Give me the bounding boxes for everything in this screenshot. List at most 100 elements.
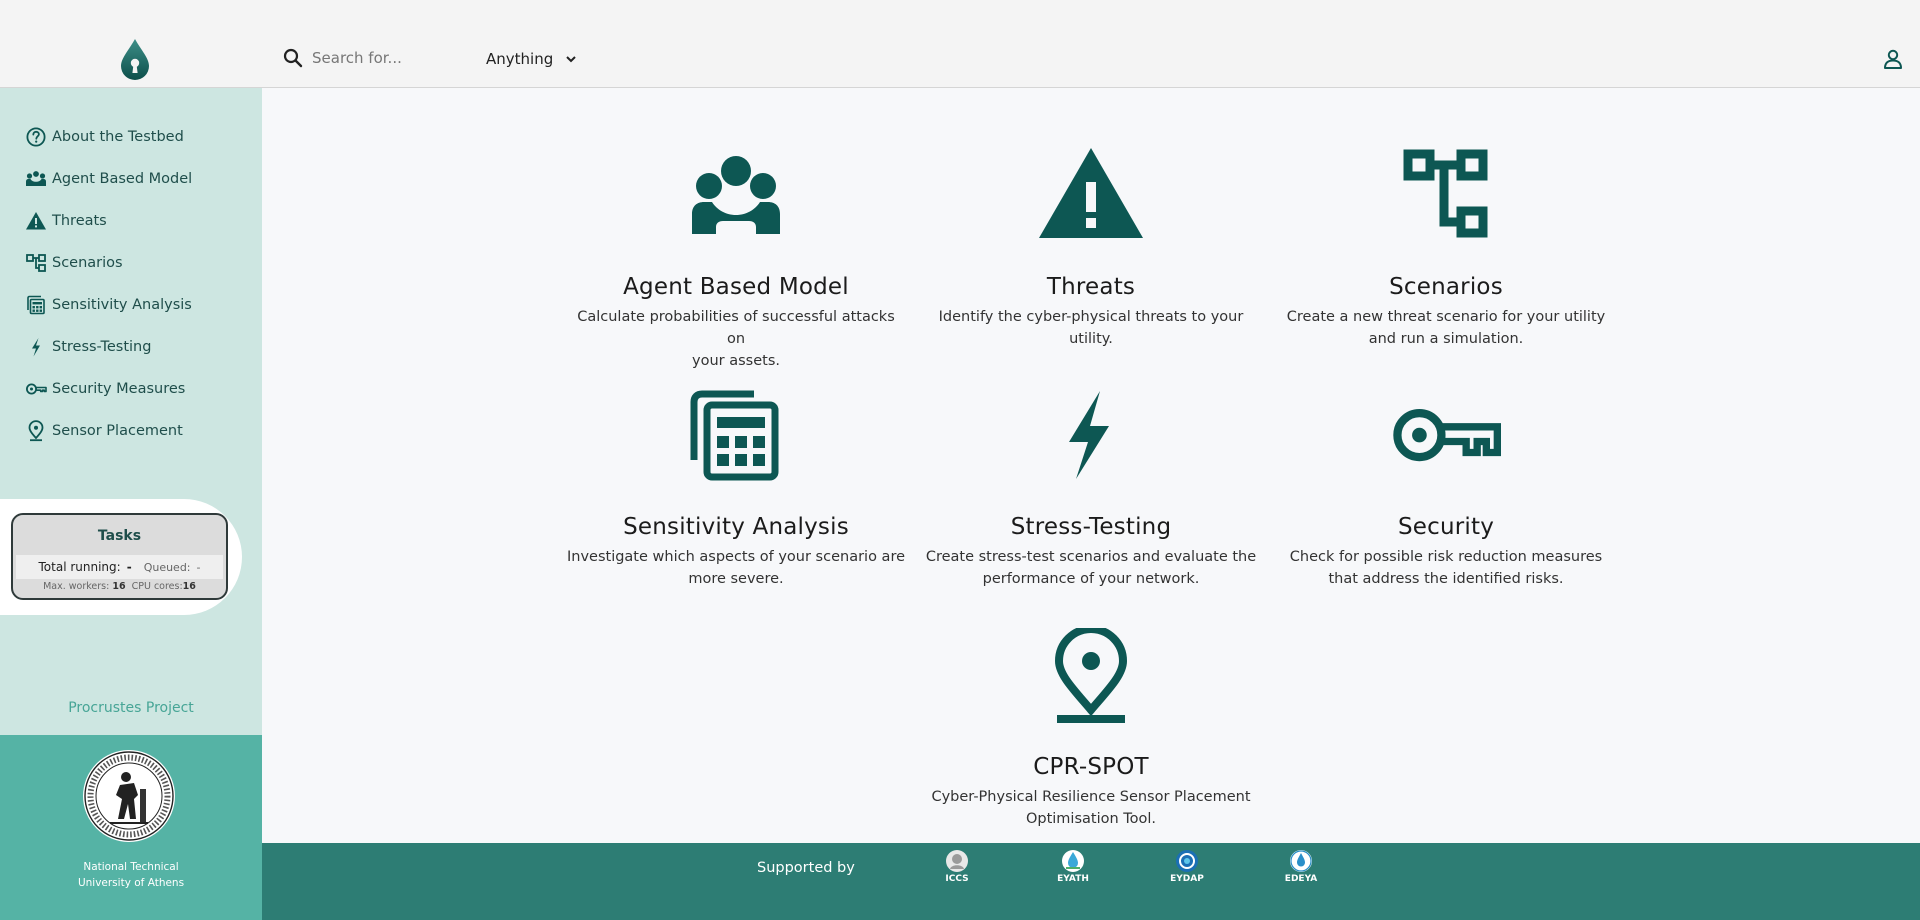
university-name-line2: University of Athens: [77, 877, 185, 889]
card-description-line2: Optimisation Tool.: [1025, 811, 1157, 827]
cpu-cores-value: 16: [182, 581, 196, 592]
sidebar-item-label: Sensitivity Analysis: [52, 297, 192, 313]
partner-name: EDEYA: [1284, 874, 1318, 884]
tasks-status-row: Total running: - Queued: -: [16, 555, 223, 579]
card-cpr-spot[interactable]: CPR-SPOT Cyber-Physical Resilience Senso…: [921, 628, 1261, 830]
partner-name: EYATH: [1057, 874, 1089, 884]
max-workers-value: 16: [112, 581, 126, 592]
app-logo-icon[interactable]: [118, 38, 152, 80]
question-circle-icon: [26, 127, 46, 147]
card-description-line1: Identify the cyber-physical threats to y…: [938, 309, 1244, 325]
sidebar-item-threats[interactable]: Threats: [25, 200, 255, 242]
card-description-line1: Check for possible risk reduction measur…: [1289, 549, 1603, 565]
partner-iccs[interactable]: ICCS: [932, 849, 982, 884]
partner-edeya[interactable]: EDEYA: [1276, 849, 1326, 884]
lightning-icon: [32, 338, 40, 357]
queued-label: Queued:: [143, 560, 191, 574]
card-description-line1: Cyber-Physical Resilience Sensor Placeme…: [931, 789, 1251, 805]
card-description-line2: your assets.: [692, 353, 780, 369]
tasks-panel: Tasks Total running: - Queued: - Max. wo…: [0, 499, 242, 615]
lightning-icon: [1069, 391, 1109, 479]
card-title: CPR-SPOT: [1033, 754, 1149, 780]
supported-by-label: Supported by: [757, 860, 855, 876]
card-description: Investigate which aspects of your scenar…: [566, 546, 906, 590]
procrustes-project-link[interactable]: Procrustes Project: [0, 700, 262, 716]
queued-value: -: [196, 560, 201, 574]
sidebar-item-label: Stress-Testing: [52, 339, 152, 355]
tasks-resources-row: Max. workers: 16 CPU cores:16: [13, 581, 226, 592]
sidebar-item-sensitivity-analysis[interactable]: Sensitivity Analysis: [25, 284, 255, 326]
footer: Supported by ICCS EYATH EYDAP EDEYA: [262, 843, 1920, 920]
sidebar-item-label: Threats: [52, 213, 107, 229]
partner-eydap[interactable]: EYDAP: [1162, 849, 1212, 884]
warning-icon: [1039, 148, 1143, 238]
partner-name: ICCS: [945, 874, 969, 884]
sidebar-item-agent-based-model[interactable]: Agent Based Model: [25, 158, 255, 200]
card-description-line1: Create stress-test scenarios and evaluat…: [925, 549, 1257, 565]
card-description-line1: Create a new threat scenario for your ut…: [1286, 309, 1606, 325]
sidebar: About the Testbed Agent Based Model Thre…: [0, 88, 262, 920]
edeya-logo-icon: [1290, 850, 1312, 872]
people-icon: [692, 156, 780, 234]
sidebar-item-security-measures[interactable]: Security Measures: [25, 368, 255, 410]
partner-name: EYDAP: [1170, 874, 1204, 884]
card-title: Stress-Testing: [1010, 514, 1172, 540]
calculator-icon: [690, 390, 779, 481]
card-description-line2: utility.: [1069, 331, 1113, 347]
sidebar-item-sensor-placement[interactable]: Sensor Placement: [25, 410, 255, 452]
card-description: Create a new threat scenario for your ut…: [1276, 306, 1616, 350]
sidebar-item-about[interactable]: About the Testbed: [25, 116, 255, 158]
partner-eyath[interactable]: EYATH: [1048, 849, 1098, 884]
search-input[interactable]: [312, 46, 452, 70]
max-workers-label: Max. workers:: [43, 581, 110, 592]
card-description: Cyber-Physical Resilience Sensor Placeme…: [921, 786, 1261, 830]
tree-icon: [1403, 149, 1488, 238]
university-panel: National Technical University of Athens: [0, 735, 262, 920]
location-pin-icon: [1054, 628, 1128, 723]
card-description-line1: Calculate probabilities of successful at…: [577, 309, 895, 347]
sidebar-item-label: Sensor Placement: [52, 423, 183, 439]
card-stress-testing[interactable]: Stress-Testing Create stress-test scenar…: [921, 390, 1261, 590]
sidebar-item-label: About the Testbed: [52, 129, 184, 145]
cpu-cores-label: CPU cores:: [131, 581, 183, 592]
key-icon: [26, 383, 47, 395]
card-description-line1: Investigate which aspects of your scenar…: [566, 549, 906, 565]
card-description-line2: and run a simulation.: [1368, 331, 1524, 347]
eyath-logo-icon: [1062, 850, 1084, 872]
top-bar: Anything: [0, 0, 1920, 88]
warning-icon: [26, 212, 46, 230]
search-icon[interactable]: [283, 48, 303, 68]
people-icon: [26, 171, 46, 186]
card-security[interactable]: Security Check for possible risk reducti…: [1276, 390, 1616, 590]
tree-icon: [26, 254, 46, 272]
card-description-line2: that address the identified risks.: [1328, 571, 1564, 587]
university-name: National Technical University of Athens: [0, 859, 262, 891]
tasks-card[interactable]: Tasks Total running: - Queued: - Max. wo…: [11, 513, 228, 600]
card-description: Create stress-test scenarios and evaluat…: [921, 546, 1261, 590]
search-scope-value: Anything: [486, 50, 554, 68]
sidebar-item-stress-testing[interactable]: Stress-Testing: [25, 326, 255, 368]
card-title: Sensitivity Analysis: [623, 514, 849, 540]
university-seal-icon: [83, 750, 175, 842]
total-running-value: -: [126, 560, 132, 574]
sidebar-nav: About the Testbed Agent Based Model Thre…: [25, 116, 255, 452]
card-agent-based-model[interactable]: Agent Based Model Calculate probabilitie…: [566, 148, 906, 372]
card-description: Identify the cyber-physical threats to y…: [921, 306, 1261, 350]
location-pin-icon: [28, 420, 44, 442]
sidebar-item-label: Scenarios: [52, 255, 123, 271]
card-title: Agent Based Model: [623, 274, 849, 300]
card-description: Check for possible risk reduction measur…: [1276, 546, 1616, 590]
sidebar-item-label: Agent Based Model: [52, 171, 193, 187]
sidebar-item-scenarios[interactable]: Scenarios: [25, 242, 255, 284]
chevron-down-icon: [566, 56, 576, 63]
key-icon: [1393, 408, 1501, 462]
card-sensitivity-analysis[interactable]: Sensitivity Analysis Investigate which a…: [566, 390, 906, 590]
card-title: Security: [1397, 514, 1495, 540]
user-account-icon[interactable]: [1882, 48, 1904, 70]
search-scope-dropdown[interactable]: Anything: [486, 48, 577, 70]
eydap-logo-icon: [1176, 850, 1198, 872]
card-title: Scenarios: [1389, 274, 1503, 300]
calculator-icon: [27, 295, 45, 315]
card-scenarios[interactable]: Scenarios Create a new threat scenario f…: [1276, 148, 1616, 350]
card-threats[interactable]: Threats Identify the cyber-physical thre…: [921, 148, 1261, 350]
